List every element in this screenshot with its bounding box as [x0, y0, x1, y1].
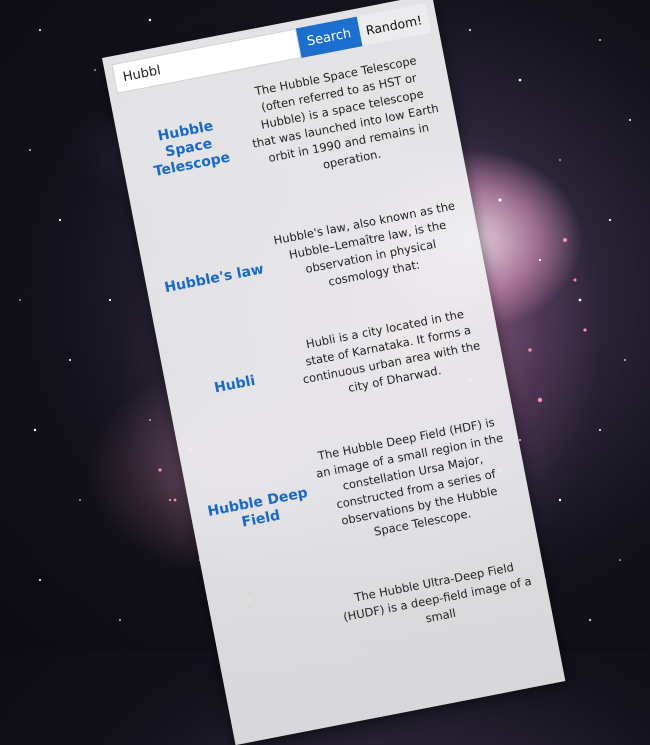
- result-title-link[interactable]: Hubli: [180, 366, 289, 403]
- random-button[interactable]: Random!: [356, 3, 432, 47]
- result-item: Hubble Deep Field The Hubble Deep Field …: [181, 402, 532, 574]
- result-title-link[interactable]: Hubble Space Telescope: [131, 113, 247, 184]
- result-title-link[interactable]: [229, 619, 335, 640]
- result-title-link[interactable]: Hubble Deep Field: [203, 484, 316, 538]
- result-extract: The Hubble Deep Field (HDF) is an image …: [314, 414, 505, 539]
- result-extract: Hubble's law, also known as the Hubble–L…: [272, 198, 457, 289]
- search-button[interactable]: Search: [295, 16, 363, 58]
- result-title-link[interactable]: Hubble's law: [160, 260, 269, 297]
- result-extract: The Hubble Space Telescope (often referr…: [251, 53, 440, 172]
- result-extract: Hubli is a city located in the state of …: [301, 306, 482, 395]
- result-item: The Hubble Ultra-Deep Field (HUDF) is a …: [209, 546, 550, 668]
- result-extract: The Hubble Ultra-Deep Field (HUDF) is a …: [342, 559, 533, 626]
